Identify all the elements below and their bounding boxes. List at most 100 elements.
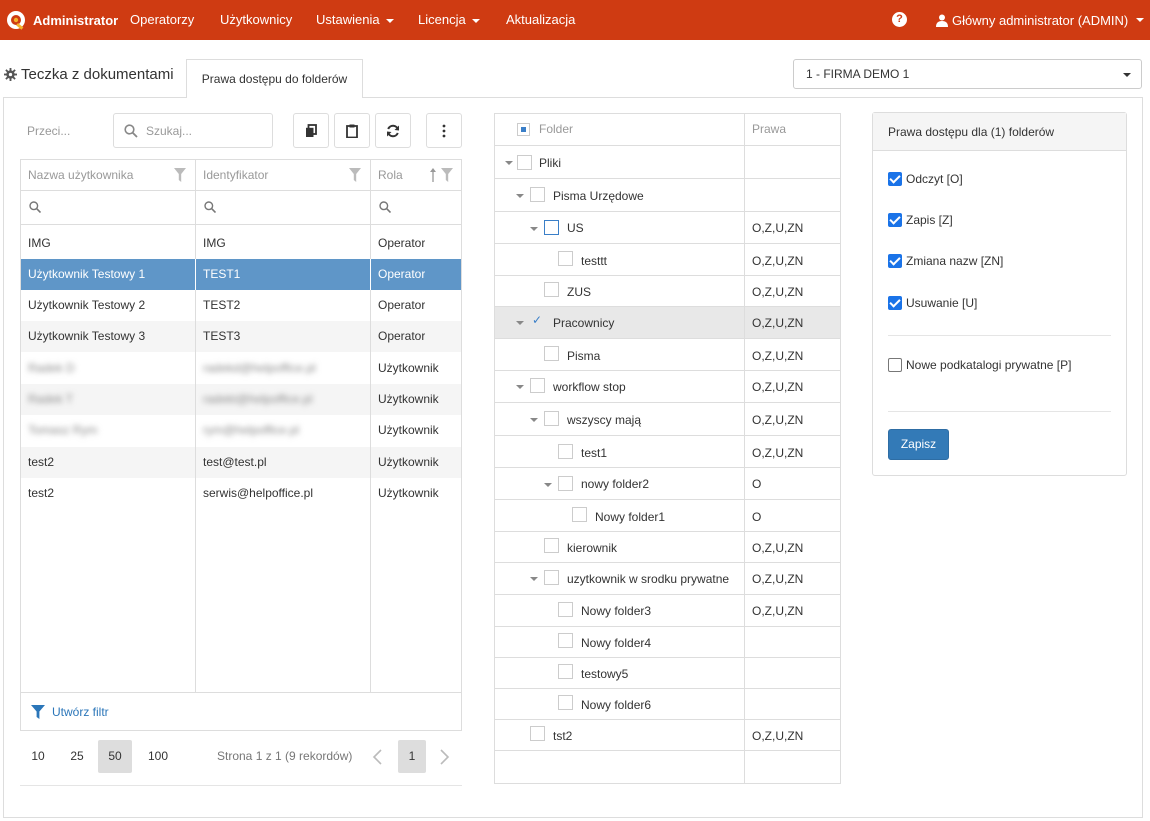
- nav-operators[interactable]: Operatorzy: [130, 0, 194, 40]
- tree-checkbox[interactable]: [558, 251, 573, 266]
- tree-row[interactable]: testowy5: [495, 658, 840, 689]
- column-header-username[interactable]: Nazwa użytkownika: [28, 168, 133, 182]
- tree-checkbox-checked[interactable]: ✓: [530, 314, 545, 329]
- sort-ascending-icon[interactable]: [427, 168, 439, 182]
- tree-checkbox[interactable]: [544, 570, 559, 585]
- cell-role: Operator: [378, 298, 426, 312]
- chevron-right-icon[interactable]: [439, 749, 451, 765]
- page-size-100[interactable]: 100: [143, 740, 173, 773]
- caret-down-icon[interactable]: [544, 483, 552, 487]
- tree-checkbox[interactable]: [558, 633, 573, 648]
- tree-checkbox[interactable]: [517, 155, 532, 170]
- nav-license[interactable]: Licencja: [418, 0, 480, 40]
- page-size-25[interactable]: 25: [64, 740, 90, 773]
- help-icon[interactable]: ?: [892, 12, 907, 27]
- tree-row[interactable]: Pliki: [495, 146, 840, 179]
- copy-button[interactable]: [293, 113, 329, 148]
- refresh-button[interactable]: [375, 113, 411, 148]
- filter-icon[interactable]: [441, 168, 453, 182]
- page-size-10[interactable]: 10: [26, 740, 50, 773]
- caret-down-icon[interactable]: [516, 321, 524, 325]
- user-menu[interactable]: Główny administrator (ADMIN): [936, 0, 1145, 40]
- write-permission-checkbox[interactable]: Zapis [Z]: [888, 212, 953, 228]
- table-row[interactable]: Tomasz Rym rym@helpoffice.pl Użytkownik: [21, 415, 461, 446]
- tree-row[interactable]: Pisma Urzędowe: [495, 179, 840, 212]
- nav-users[interactable]: Użytkownicy: [220, 0, 292, 40]
- delete-permission-checkbox[interactable]: Usuwanie [U]: [888, 295, 977, 311]
- caret-down-icon[interactable]: [505, 161, 513, 165]
- tree-checkbox[interactable]: [530, 378, 545, 393]
- tree-checkbox[interactable]: [558, 664, 573, 679]
- company-select[interactable]: 1 - FIRMA DEMO 1: [793, 59, 1142, 89]
- column-header-identifier[interactable]: Identyfikator: [203, 168, 268, 182]
- create-filter-button[interactable]: Utwórz filtr: [20, 693, 462, 731]
- tree-checkbox[interactable]: [558, 602, 573, 617]
- search-icon[interactable]: [204, 201, 216, 213]
- brand[interactable]: Administrator: [6, 0, 118, 40]
- nav-settings[interactable]: Ustawienia: [316, 0, 394, 40]
- tree-row[interactable]: kierownik O,Z,U,ZN: [495, 532, 840, 563]
- search-input[interactable]: [146, 121, 266, 141]
- tree-checkbox[interactable]: [558, 476, 573, 491]
- tree-checkbox[interactable]: [544, 538, 559, 553]
- tree-row[interactable]: testtt O,Z,U,ZN: [495, 244, 840, 276]
- tree-row[interactable]: wszyscy mają O,Z,U,ZN: [495, 403, 840, 436]
- tree-row[interactable]: Nowy folder4: [495, 627, 840, 658]
- tree-checkbox[interactable]: [544, 411, 559, 426]
- filter-icon[interactable]: [174, 168, 186, 182]
- tree-row[interactable]: US O,Z,U,ZN: [495, 212, 840, 244]
- tree-row[interactable]: Nowy folder6: [495, 689, 840, 720]
- tree-row[interactable]: nowy folder2 O: [495, 468, 840, 500]
- tree-checkbox[interactable]: [558, 695, 573, 710]
- table-row[interactable]: Radek T radekt@helpoffice.pl Użytkownik: [21, 384, 461, 415]
- tree-checkbox[interactable]: [530, 726, 545, 741]
- tree-checkbox[interactable]: [544, 346, 559, 361]
- tree-row[interactable]: tst2 O,Z,U,ZN: [495, 720, 840, 751]
- save-button[interactable]: Zapisz: [888, 429, 949, 460]
- private-subfolders-checkbox[interactable]: Nowe podkatalogi prywatne [P]: [888, 357, 1071, 373]
- tree-row[interactable]: Pisma O,Z,U,ZN: [495, 339, 840, 371]
- tree-checkbox[interactable]: [544, 220, 559, 235]
- tree-checkbox[interactable]: [558, 444, 573, 459]
- tree-row[interactable]: uzytkownik w srodku prywatne O,Z,U,ZN: [495, 563, 840, 595]
- table-row[interactable]: Użytkownik Testowy 2 TEST2 Operator: [21, 290, 461, 321]
- tree-checkbox[interactable]: [530, 187, 545, 202]
- table-row[interactable]: Radek D radekd@helpoffice.pl Użytkownik: [21, 353, 461, 384]
- table-row[interactable]: IMG IMG Operator: [21, 228, 461, 259]
- caret-down-icon[interactable]: [530, 418, 538, 422]
- page-size-50[interactable]: 50: [98, 740, 132, 773]
- caret-down-icon[interactable]: [516, 385, 524, 389]
- column-header-role[interactable]: Rola: [378, 168, 403, 182]
- paste-button[interactable]: [334, 113, 370, 148]
- tree-row[interactable]: ZUS O,Z,U,ZN: [495, 276, 840, 307]
- tree-row[interactable]: workflow stop O,Z,U,ZN: [495, 371, 840, 403]
- caret-down-icon[interactable]: [530, 227, 538, 231]
- caret-down-icon[interactable]: [530, 577, 538, 581]
- select-all-checkbox[interactable]: [517, 123, 530, 136]
- page-button-current[interactable]: 1: [398, 740, 426, 773]
- tree-label: Nowy folder1: [595, 510, 666, 524]
- tree-checkbox[interactable]: [572, 507, 587, 522]
- tab-folder-permissions[interactable]: Prawa dostępu do folderów: [186, 59, 363, 98]
- tree-row[interactable]: Nowy folder3 O,Z,U,ZN: [495, 595, 840, 627]
- table-row[interactable]: test2 test@test.pl Użytkownik: [21, 447, 461, 478]
- caret-down-icon[interactable]: [516, 194, 524, 198]
- more-options-button[interactable]: [426, 113, 462, 148]
- read-permission-checkbox[interactable]: Odczyt [O]: [888, 171, 963, 187]
- tree-row[interactable]: Nowy folder1 O: [495, 500, 840, 532]
- chevron-left-icon[interactable]: [371, 749, 383, 765]
- permissions-panel-title: Prawa dostępu dla (1) folderów: [888, 125, 1055, 139]
- tree-row[interactable]: test1 O,Z,U,ZN: [495, 436, 840, 468]
- tree-row-selected[interactable]: ✓ Pracownicy O,Z,U,ZN: [495, 307, 840, 339]
- table-row[interactable]: Użytkownik Testowy 3 TEST3 Operator: [21, 321, 461, 352]
- search-icon[interactable]: [379, 201, 391, 213]
- filter-icon: [31, 705, 45, 719]
- tree-checkbox[interactable]: [544, 282, 559, 297]
- search-icon[interactable]: [29, 201, 41, 213]
- rename-permission-checkbox[interactable]: Zmiana nazw [ZN]: [888, 253, 1003, 269]
- table-row-selected[interactable]: Użytkownik Testowy 1 TEST1 Operator: [21, 259, 461, 290]
- user-name: Główny administrator (ADMIN): [952, 12, 1129, 28]
- nav-updates[interactable]: Aktualizacja: [506, 0, 575, 40]
- filter-icon[interactable]: [349, 168, 361, 182]
- table-row[interactable]: test2 serwis@helpoffice.pl Użytkownik: [21, 478, 461, 509]
